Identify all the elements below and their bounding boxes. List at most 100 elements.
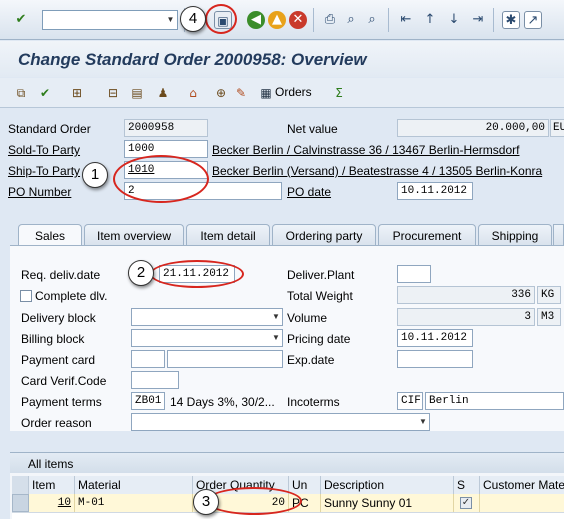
cell-s[interactable]: ✓ [454, 494, 480, 512]
repair-icon[interactable]: ✎ [232, 84, 250, 102]
ship-to-label[interactable]: Ship-To Party [8, 164, 80, 178]
orders-button[interactable]: Orders [275, 85, 312, 99]
chevron-down-icon[interactable]: ▼ [270, 330, 282, 346]
display-document-icon[interactable]: ⧉ [12, 84, 30, 102]
req-deliv-date-label: Req. deliv.date [21, 268, 101, 282]
toolbar-separator [493, 8, 494, 32]
complete-dlv-label: Complete dlv. [35, 289, 108, 303]
row-selector[interactable] [12, 494, 29, 512]
shortcut-icon[interactable]: ↗ [524, 11, 542, 29]
payment-card-type-field[interactable] [131, 350, 165, 368]
cell-description[interactable]: Sunny Sunny 01 [321, 494, 454, 512]
callout-ring-2 [150, 260, 244, 288]
chevron-down-icon[interactable]: ▼ [163, 10, 178, 30]
po-date-label: PO date [287, 185, 332, 199]
pricing-date-field[interactable]: 10.11.2012 [397, 329, 473, 347]
first-page-icon[interactable]: ⇤ [397, 11, 415, 29]
payment-card-label: Payment card [21, 353, 96, 367]
exit-icon[interactable]: ▲ [268, 11, 286, 29]
payment-terms-text: 14 Days 3%, 30/2... [170, 395, 275, 409]
cell-item[interactable]: 10 [29, 494, 75, 512]
business-partner-icon[interactable]: ♟ [154, 84, 172, 102]
orders-icon[interactable]: ▦ [257, 84, 275, 102]
total-weight-label: Total Weight [287, 289, 353, 303]
payment-card-number-field[interactable] [167, 350, 283, 368]
item-search-icon[interactable]: ⊕ [212, 84, 230, 102]
incoterms-place-field[interactable]: Berlin [425, 392, 564, 410]
house-icon[interactable]: ⌂ [184, 84, 202, 102]
chevron-down-icon[interactable]: ▼ [417, 414, 429, 430]
volume-field: 3 [397, 308, 535, 326]
enter-icon[interactable]: ✔ [12, 11, 30, 29]
cancel-icon[interactable]: ✕ [289, 11, 307, 29]
net-value-label: Net value [287, 122, 338, 136]
status-icon[interactable]: ▤ [128, 84, 146, 102]
net-value-field: 20.000,00 [397, 119, 549, 137]
deliver-plant-label: Deliver.Plant [287, 268, 355, 282]
s-checkbox[interactable]: ✓ [460, 497, 472, 509]
column-header-material[interactable]: Material [75, 476, 193, 494]
callout-number-4: 4 [180, 6, 206, 32]
standard-order-label: Standard Order [8, 122, 91, 136]
items-title: All items [28, 457, 74, 471]
column-header-unit[interactable]: Un [289, 476, 321, 494]
print-icon[interactable]: ⎙ [321, 11, 339, 29]
header-icon[interactable]: ⊞ [68, 84, 86, 102]
billing-block-select[interactable] [131, 329, 283, 347]
incoterms-label: Incoterms [287, 395, 340, 409]
incoterms-field[interactable]: CIF [397, 392, 423, 410]
ship-to-address[interactable]: Becker Berlin (Versand) / Beatestrasse 4… [212, 164, 542, 178]
currency-field: EU [550, 119, 564, 137]
check-icon[interactable]: ✔ [36, 84, 54, 102]
exp-date-label: Exp.date [287, 353, 335, 367]
payment-terms-field[interactable]: ZB01 [131, 392, 165, 410]
sold-to-label[interactable]: Sold-To Party [8, 143, 80, 157]
callout-number-3: 3 [193, 489, 219, 515]
column-header-item[interactable]: Item [29, 476, 75, 494]
exp-date-field[interactable] [397, 350, 473, 368]
toolbar-separator [313, 8, 314, 32]
page-title: Change Standard Order 2000958: Overview [18, 50, 367, 69]
pricing-date-label: Pricing date [287, 332, 351, 346]
delivery-block-select[interactable] [131, 308, 283, 326]
complete-dlv-checkbox[interactable] [20, 290, 32, 302]
column-header-s[interactable]: S [454, 476, 480, 494]
document-flow-icon[interactable]: ⊟ [104, 84, 122, 102]
order-reason-select[interactable] [131, 413, 430, 431]
column-header-description[interactable]: Description [321, 476, 454, 494]
create-session-icon[interactable]: ✱ [502, 11, 520, 29]
items-title-bar [10, 453, 564, 473]
volume-label: Volume [287, 311, 328, 325]
po-date-field[interactable]: 10.11.2012 [397, 182, 473, 200]
callout-ring-4 [205, 4, 237, 34]
previous-page-icon[interactable]: ↑ [421, 11, 439, 29]
sum-icon[interactable]: Σ [330, 84, 348, 102]
card-verif-field[interactable] [131, 371, 179, 389]
total-weight-unit: KG [537, 286, 561, 304]
callout-ring-1 [113, 155, 209, 203]
payment-terms-label: Payment terms [21, 395, 102, 409]
delivery-block-label: Delivery block [21, 311, 96, 325]
callout-number-2: 2 [128, 260, 154, 286]
back-icon[interactable]: ◀ [247, 11, 265, 29]
command-field[interactable] [42, 10, 178, 30]
billing-block-label: Billing block [21, 332, 85, 346]
find-next-icon[interactable]: ⌕ [363, 11, 381, 29]
card-verif-label: Card Verif.Code [21, 374, 107, 388]
last-page-icon[interactable]: ⇥ [469, 11, 487, 29]
column-header-customer-material[interactable]: Customer Mate [480, 476, 564, 494]
table-row [12, 512, 564, 519]
cell-customer-material[interactable] [480, 494, 564, 512]
select-all-column[interactable] [12, 476, 29, 494]
standard-order-field: 2000958 [124, 119, 208, 137]
chevron-down-icon[interactable]: ▼ [270, 309, 282, 325]
find-icon[interactable]: ⌕ [342, 11, 360, 29]
next-page-icon[interactable]: ↓ [445, 11, 463, 29]
volume-unit: M3 [537, 308, 561, 326]
total-weight-field: 336 [397, 286, 535, 304]
order-reason-label: Order reason [21, 416, 92, 430]
cell-material[interactable]: M-01 [75, 494, 193, 512]
po-number-label: PO Number [8, 185, 72, 199]
deliver-plant-field[interactable] [397, 265, 431, 283]
sold-to-address[interactable]: Becker Berlin / Calvinstrasse 36 / 13467… [212, 143, 519, 157]
